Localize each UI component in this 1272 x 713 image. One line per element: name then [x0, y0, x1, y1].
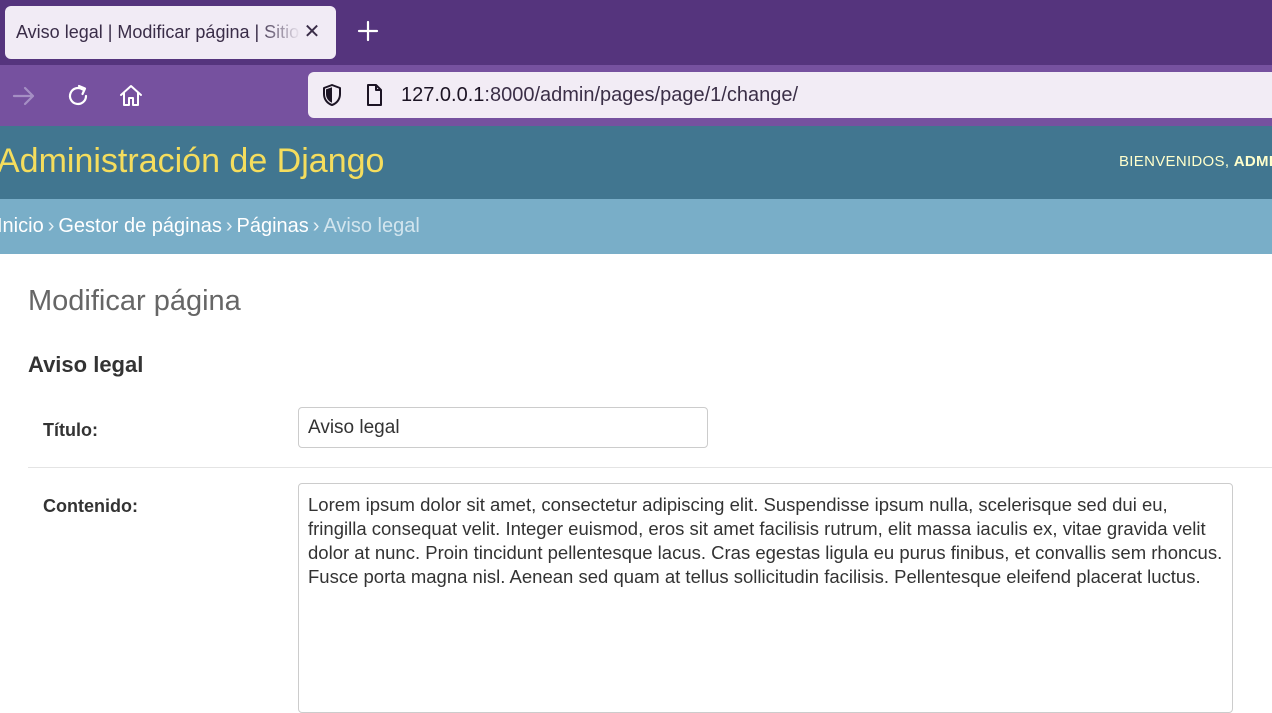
breadcrumb-app-link[interactable]: Gestor de páginas [58, 215, 221, 237]
username: ADMIN [1233, 153, 1272, 170]
shield-icon[interactable] [320, 83, 344, 107]
reload-icon[interactable] [64, 82, 92, 110]
object-title: Aviso legal [28, 352, 144, 377]
new-tab-plus-icon[interactable] [355, 18, 381, 44]
url-host: 127.0.0.1 [401, 84, 485, 106]
user-tools: BIENVENIDOS, ADMIN [1119, 153, 1272, 170]
row-divider [28, 467, 1272, 468]
breadcrumb-current: Aviso legal [323, 215, 420, 237]
url-text[interactable]: 127.0.0.1:8000/admin/pages/page/1/change… [401, 84, 798, 107]
content-textarea[interactable]: Lorem ipsum dolor sit amet, consectetur … [298, 483, 1233, 713]
breadcrumb-separator: › [47, 215, 55, 237]
breadcrumb-model-link[interactable]: Páginas [236, 215, 308, 237]
address-bar[interactable]: 127.0.0.1:8000/admin/pages/page/1/change… [308, 72, 1272, 118]
tab-title: Aviso legal | Modificar página | Sitio d… [16, 22, 301, 42]
page-title: Modificar página [28, 285, 241, 317]
forward-arrow-icon[interactable] [10, 82, 38, 110]
admin-header: Administración de Django BIENVENIDOS, AD… [0, 126, 1272, 199]
content-field-label: Contenido: [43, 496, 138, 516]
breadcrumb: Inicio › Gestor de páginas › Páginas › Aviso l… [0, 199, 1272, 254]
url-path: :8000/admin/pages/page/1/change/ [484, 84, 799, 106]
title-field-label: Título: [43, 420, 98, 440]
title-input[interactable] [298, 407, 708, 448]
page-icon [367, 84, 382, 106]
browser-tab[interactable]: Aviso legal | Modificar página | Sitio d… [5, 6, 336, 59]
browser-tab-strip: Aviso legal | Modificar página | Sitio d… [0, 0, 1272, 65]
breadcrumb-separator: › [225, 215, 233, 237]
breadcrumb-home-link[interactable]: Inicio [0, 215, 44, 237]
breadcrumb-separator: › [312, 215, 320, 237]
home-icon[interactable] [117, 82, 145, 110]
site-name[interactable]: Administración de Django [0, 142, 384, 181]
close-tab-icon[interactable]: ✕ [302, 21, 322, 43]
welcome-text: BIENVENIDOS, [1119, 153, 1230, 170]
